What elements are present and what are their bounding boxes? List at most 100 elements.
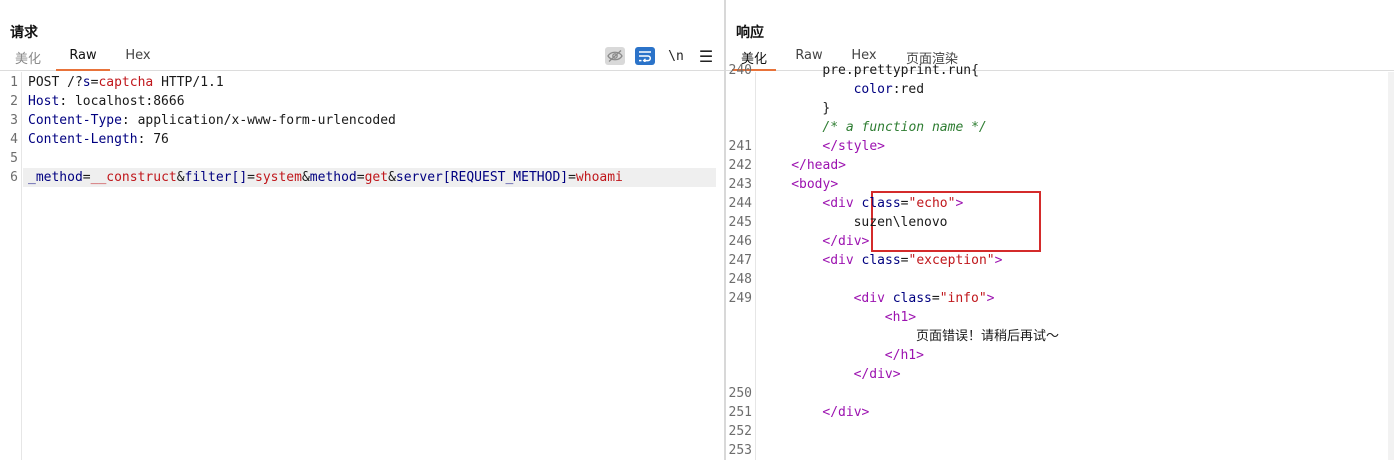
code-line: <div class="info"> — [760, 289, 995, 308]
line-number: 243 — [728, 177, 752, 192]
code-token: = — [247, 170, 255, 185]
code-token: POST /? — [28, 75, 83, 90]
code-token: = — [900, 253, 909, 268]
code-token: server[REQUEST_METHOD] — [395, 170, 569, 185]
code-token: _method — [28, 170, 83, 185]
line-number: 246 — [728, 234, 752, 249]
request-gutter: 1 2 3 4 5 6 — [0, 72, 22, 460]
code-token: } — [822, 101, 831, 116]
code-token: system — [255, 170, 302, 185]
code-token: = — [900, 196, 909, 211]
code-token: </head> — [791, 158, 846, 173]
request-tab-raw[interactable]: Raw — [56, 48, 110, 71]
eye-slash-icon — [607, 50, 623, 62]
code-token: HTTP/1.1 — [153, 75, 224, 90]
line-number: 240 — [728, 63, 752, 78]
code-token: </style> — [822, 139, 886, 154]
code-line: </div> — [760, 403, 869, 422]
line-number: 241 — [728, 139, 752, 154]
code-token: </div> — [822, 405, 870, 420]
line-number: 250 — [728, 386, 752, 401]
code-line: <div class="echo"> — [760, 194, 963, 213]
line-number: 249 — [728, 291, 752, 306]
line-number — [726, 99, 752, 118]
line-number: 248 — [728, 272, 752, 287]
line-number: 253 — [728, 443, 752, 458]
line-number: 244 — [728, 196, 752, 211]
response-title: 响应 — [736, 25, 764, 41]
code-line: /* a function name */ — [760, 118, 986, 137]
code-token: "echo" — [908, 196, 956, 211]
wrap-lines-icon — [639, 51, 652, 62]
code-token: class — [861, 196, 901, 211]
code-token: color — [853, 82, 893, 97]
code-line: Content-Type: application/x-www-form-url… — [28, 111, 396, 130]
code-token: Content-Type — [28, 113, 122, 128]
code-token: __construct — [90, 170, 177, 185]
code-token: pre.prettyprint.run{ — [822, 63, 979, 78]
code-line: 页面错误！请稍后再试～ — [760, 327, 1059, 346]
code-token: </div> — [822, 234, 870, 249]
response-scrollbar[interactable] — [1388, 72, 1394, 460]
line-number: 242 — [728, 158, 752, 173]
code-token: : application/x-www-form-urlencoded — [121, 113, 396, 128]
line-number: 3 — [10, 113, 18, 128]
menu-icon[interactable]: ☰ — [696, 47, 716, 66]
code-token: & — [176, 170, 185, 185]
response-pane: 响应 美化 Raw Hex 页面渲染 240 241 242 243 244 245 246… — [726, 0, 1394, 460]
code-token: <div — [853, 291, 893, 306]
code-token: whoami — [575, 170, 623, 185]
line-number: 245 — [728, 215, 752, 230]
request-title: 请求 — [10, 25, 38, 41]
line-number — [726, 327, 752, 346]
wrap-lines-button[interactable] — [635, 47, 655, 65]
code-token: <h1> — [884, 310, 917, 325]
line-number — [726, 118, 752, 137]
code-token: :red — [892, 82, 925, 97]
line-number: 1 — [10, 75, 18, 90]
code-line: <body> — [760, 175, 838, 194]
code-token: > — [994, 253, 1003, 268]
code-token: class — [892, 291, 932, 306]
code-line: _method=__construct&filter[]=system&meth… — [28, 168, 623, 187]
code-token: s — [82, 75, 91, 90]
request-tab-pretty[interactable]: 美化 — [6, 48, 50, 71]
line-number: 2 — [10, 94, 18, 109]
hide-nonprintable-button[interactable] — [605, 47, 625, 65]
code-token: : localhost:8666 — [59, 94, 185, 109]
code-line: </head> — [760, 156, 846, 175]
code-token: = — [568, 170, 576, 185]
line-number — [726, 346, 752, 365]
line-number: 252 — [728, 424, 752, 439]
code-token: > — [986, 291, 995, 306]
code-token: <div — [822, 196, 862, 211]
line-number — [726, 80, 752, 99]
code-token: = — [82, 170, 91, 185]
code-line: } — [760, 99, 830, 118]
code-token: & — [301, 170, 310, 185]
code-line: POST /?s=captcha HTTP/1.1 — [28, 73, 224, 92]
response-editor[interactable]: 240 241 242 243 244 245 246 247 248 249 250 251 252 2… — [726, 63, 1394, 460]
code-token: "exception" — [908, 253, 995, 268]
code-token: suzen\lenovo — [853, 215, 948, 230]
code-token: filter[] — [184, 170, 248, 185]
code-line: Content-Length: 76 — [28, 130, 169, 149]
code-token: Host — [28, 94, 60, 109]
line-number: 247 — [728, 253, 752, 268]
code-token: = — [356, 170, 365, 185]
line-number: 4 — [10, 132, 18, 147]
code-token: = — [931, 291, 940, 306]
code-token: Content-Length — [28, 132, 138, 147]
request-pane: 请求 美化 Raw Hex \n ☰ 123456 POST /?s=captc… — [0, 0, 724, 460]
request-tab-hex[interactable]: Hex — [114, 48, 162, 71]
code-token: <div — [822, 253, 862, 268]
code-token: class — [861, 253, 901, 268]
line-number: 5 — [10, 151, 18, 166]
code-line: pre.prettyprint.run{ — [760, 61, 979, 80]
code-token: 页面错误！请稍后再试～ — [916, 329, 1060, 344]
request-editor[interactable]: 123456 POST /?s=captcha HTTP/1.1 Host: lo… — [0, 72, 724, 460]
show-newlines-button[interactable]: \n — [666, 47, 686, 65]
code-line: </h1> — [760, 346, 924, 365]
code-token: </div> — [853, 367, 901, 382]
code-line: suzen\lenovo — [760, 213, 948, 232]
